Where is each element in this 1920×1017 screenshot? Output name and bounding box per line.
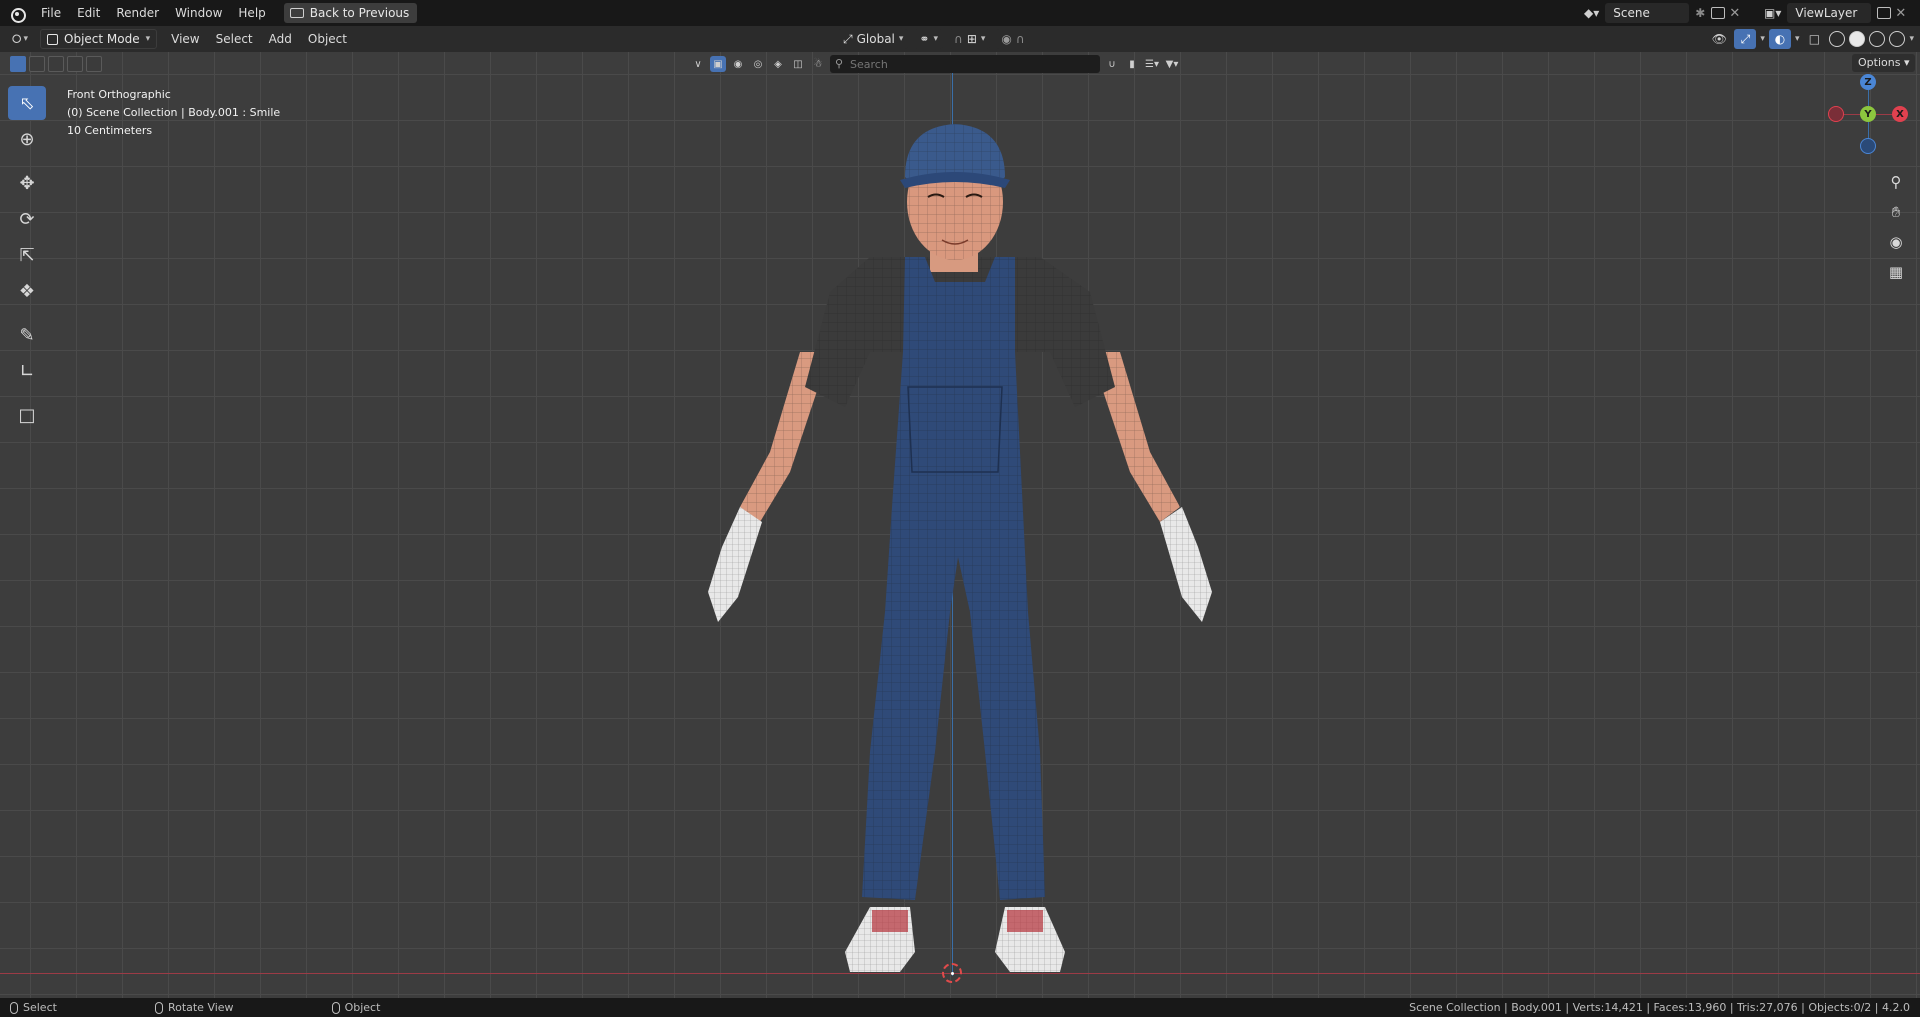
visibility-icon[interactable]: 👁︎ <box>1708 29 1730 49</box>
editor-type-selector[interactable]: ⭘ ▾ <box>0 28 40 50</box>
camera-view-icon[interactable]: ◉ <box>1884 230 1908 254</box>
wireframe-shading-icon[interactable] <box>1829 31 1846 47</box>
top-menu-bar: File Edit Render Window Help Back to Pre… <box>0 0 1920 26</box>
editor-type-icon: ⭘ <box>11 31 22 46</box>
menu-select[interactable]: Select <box>208 28 261 50</box>
gizmo-y-axis[interactable]: Y <box>1860 106 1876 122</box>
view-layer-selector: ▣▾ ViewLayer ✕ <box>1764 3 1910 23</box>
gizmo-neg-z-axis[interactable] <box>1860 138 1876 154</box>
status-select-label: Select <box>23 1001 57 1014</box>
scene-name-field[interactable]: Scene <box>1605 3 1690 23</box>
status-object-label: Object <box>344 1001 381 1014</box>
zoom-icon[interactable]: ⚲ <box>1884 170 1908 194</box>
chevron-down-icon: ▾ <box>145 34 151 44</box>
menu-add[interactable]: Add <box>261 28 300 50</box>
mouse-middle-icon <box>154 1001 163 1014</box>
character-model[interactable] <box>0 52 1920 998</box>
transform-orientation-dropdown[interactable]: ⤢ Global ▾ <box>838 29 909 49</box>
status-object: Object <box>331 1001 381 1014</box>
menu-view[interactable]: View <box>163 28 207 50</box>
back-to-previous-button[interactable]: Back to Previous <box>283 3 418 23</box>
object-mode-dropdown[interactable]: Object Mode ▾ <box>40 29 158 49</box>
viewport-display-controls: 👁︎ ⤢ ▾ ◐ ▾ □ ▾ <box>1708 29 1914 49</box>
gizmo-neg-x-axis[interactable] <box>1828 106 1844 122</box>
back-to-previous-label: Back to Previous <box>309 6 410 20</box>
transform-controls: ⤢ Global ▾ ⚭ ▾ ∩ ⊞ ▾ ◉ ∩ <box>838 29 1030 49</box>
gizmo-y-label: Y <box>1864 108 1872 120</box>
menu-render[interactable]: Render <box>108 2 167 24</box>
gizmo-z-axis[interactable]: Z <box>1860 74 1876 90</box>
view-layer-name-field[interactable]: ViewLayer <box>1787 3 1872 23</box>
object-mode-label: Object Mode <box>64 32 140 46</box>
pin-icon[interactable]: ✱ <box>1695 6 1705 20</box>
scene-icon[interactable]: ◆▾ <box>1584 6 1599 20</box>
viewport-header: ⭘ ▾ Object Mode ▾ View Select Add Object … <box>0 26 1920 52</box>
gizmo-z-label: Z <box>1864 76 1872 88</box>
status-rotate-label: Rotate View <box>167 1001 234 1014</box>
back-screen-icon <box>289 8 304 18</box>
scene-selector: ◆▾ Scene ✱ ✕ <box>1584 3 1744 23</box>
object-mode-icon <box>47 33 58 45</box>
falloff-icon: ∩ <box>1015 32 1025 46</box>
orientation-label: Global <box>856 32 895 46</box>
pivot-icon: ⚭ <box>919 32 930 46</box>
menu-object[interactable]: Object <box>300 28 355 50</box>
status-bar: Select Rotate View Object Scene Collecti… <box>0 998 1920 1017</box>
blender-logo-icon[interactable] <box>9 5 26 23</box>
proportional-icon: ◉ <box>1001 32 1012 46</box>
menu-help[interactable]: Help <box>230 2 273 24</box>
delete-view-layer-icon[interactable]: ✕ <box>1891 6 1910 21</box>
menu-edit[interactable]: Edit <box>69 2 108 24</box>
proportional-editing-toggle[interactable]: ◉ ∩ <box>996 29 1030 49</box>
menu-file[interactable]: File <box>33 2 69 24</box>
pivot-point-dropdown[interactable]: ⚭ ▾ <box>914 29 944 49</box>
solid-shading-icon[interactable] <box>1849 31 1866 47</box>
new-view-layer-icon[interactable] <box>1877 7 1892 19</box>
magnet-icon: ∩ <box>954 32 963 46</box>
3d-cursor-icon <box>942 963 962 983</box>
view-layer-icon[interactable]: ▣▾ <box>1764 6 1781 20</box>
delete-scene-icon[interactable]: ✕ <box>1725 6 1744 21</box>
menu-window[interactable]: Window <box>167 2 230 24</box>
overlays-toggle-icon[interactable]: ◐ <box>1768 29 1791 49</box>
scene-statistics: Scene Collection | Body.001 | Verts:14,4… <box>1409 1001 1910 1014</box>
3d-viewport[interactable]: ∨ ▣ ◉ ◎ ◈ ◫ ☃ ⚲ ∪ ▮ ☰▾ ▼▾ Options ▾ Fron… <box>0 52 1920 998</box>
snap-target-icon: ⊞ <box>966 32 977 46</box>
mouse-left-icon <box>10 1001 18 1014</box>
navigation-gizmo[interactable]: Z Y X <box>1826 72 1910 156</box>
snap-toggle[interactable]: ∩ ⊞ ▾ <box>949 29 991 49</box>
gizmo-x-label: X <box>1896 108 1904 120</box>
mouse-right-icon <box>331 1001 340 1014</box>
material-preview-shading-icon[interactable] <box>1869 31 1886 47</box>
orientation-icon: ⤢ <box>843 31 853 46</box>
gizmo-x-axis[interactable]: X <box>1892 106 1908 122</box>
new-scene-icon[interactable] <box>1711 7 1726 19</box>
pan-hand-icon[interactable]: ✋︎ <box>1884 200 1908 224</box>
gizmo-toggle-icon[interactable]: ⤢ <box>1734 29 1757 49</box>
perspective-grid-icon[interactable]: ▦ <box>1884 260 1908 284</box>
xray-toggle-icon[interactable]: □ <box>1803 29 1825 49</box>
rendered-shading-icon[interactable] <box>1889 31 1906 47</box>
status-select: Select <box>10 1001 57 1014</box>
status-rotate: Rotate View <box>154 1001 234 1014</box>
